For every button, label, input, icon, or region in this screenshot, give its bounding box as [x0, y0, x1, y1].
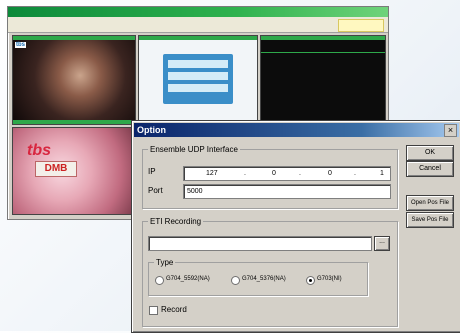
background-toolbar [8, 17, 388, 33]
open-pos-file-button[interactable]: Open Pos File [406, 195, 454, 211]
video-tile-2[interactable] [138, 35, 258, 125]
port-value: 5000 [187, 188, 203, 195]
tile-status-bar [139, 36, 257, 40]
radio-g704-5376-label: G704_5376(NA) [242, 276, 286, 282]
tile-status-bar [261, 36, 385, 40]
eti-path-field[interactable] [148, 236, 372, 251]
video-tile-1[interactable]: tbs [12, 35, 136, 125]
ip-dot: . [354, 170, 356, 177]
tile-status-bar [13, 120, 135, 124]
schedule-row [168, 84, 228, 92]
dialog-title: Option [137, 125, 166, 135]
ip-label: IP [148, 167, 156, 176]
info-table-header [261, 42, 385, 53]
background-title-bar [8, 7, 388, 17]
radio-g704-5592[interactable] [155, 276, 164, 285]
udp-group-label: Ensemble UDP Interface [148, 144, 240, 155]
tile-status-bar [13, 36, 135, 40]
ip-octet-1: 127 [206, 170, 218, 177]
background-badge [338, 19, 384, 32]
type-group-label: Type [154, 257, 176, 268]
schedule-panel [163, 54, 233, 104]
udp-interface-group: Ensemble UDP Interface IP 127 . 0 . 0 . … [142, 144, 398, 209]
ip-dot: . [244, 170, 246, 177]
option-dialog: Option × Ensemble UDP Interface IP 127 .… [131, 120, 460, 333]
dialog-title-bar[interactable]: Option × [134, 123, 459, 137]
ip-octet-3: 0 [328, 170, 332, 177]
info-table-tile[interactable] [260, 35, 386, 125]
ok-button[interactable]: OK [406, 145, 454, 161]
channel-logo: tbs [15, 42, 26, 48]
dmb-logo: DMB [35, 161, 77, 177]
eti-recording-group: ETI Recording ... Type G704_5592(NA) G70… [142, 216, 398, 327]
close-icon[interactable]: × [444, 124, 457, 137]
port-label: Port [148, 186, 163, 195]
record-checkbox[interactable] [149, 306, 158, 315]
video-tile-4[interactable]: tbs DMB [12, 127, 136, 215]
schedule-row [168, 60, 228, 68]
eti-group-label: ETI Recording [148, 216, 204, 227]
schedule-row [168, 72, 228, 80]
browse-button[interactable]: ... [374, 236, 390, 251]
ip-address-field[interactable]: 127 . 0 . 0 . 1 [183, 166, 391, 181]
tbs-logo: tbs [27, 142, 51, 159]
ip-octet-4: 1 [380, 170, 384, 177]
ip-dot: . [299, 170, 301, 177]
type-group: Type G704_5592(NA) G704_5376(NA) G703(NI… [148, 257, 368, 296]
radio-g704-5592-label: G704_5592(NA) [166, 276, 210, 282]
port-field[interactable]: 5000 [183, 184, 391, 199]
cancel-button[interactable]: Cancel [406, 161, 454, 177]
save-pos-file-button[interactable]: Save Pos File [406, 212, 454, 228]
radio-g703-label: G703(NI) [317, 276, 342, 282]
ip-octet-2: 0 [272, 170, 276, 177]
record-label: Record [161, 305, 187, 314]
radio-g703[interactable] [306, 276, 315, 285]
radio-g704-5376[interactable] [231, 276, 240, 285]
